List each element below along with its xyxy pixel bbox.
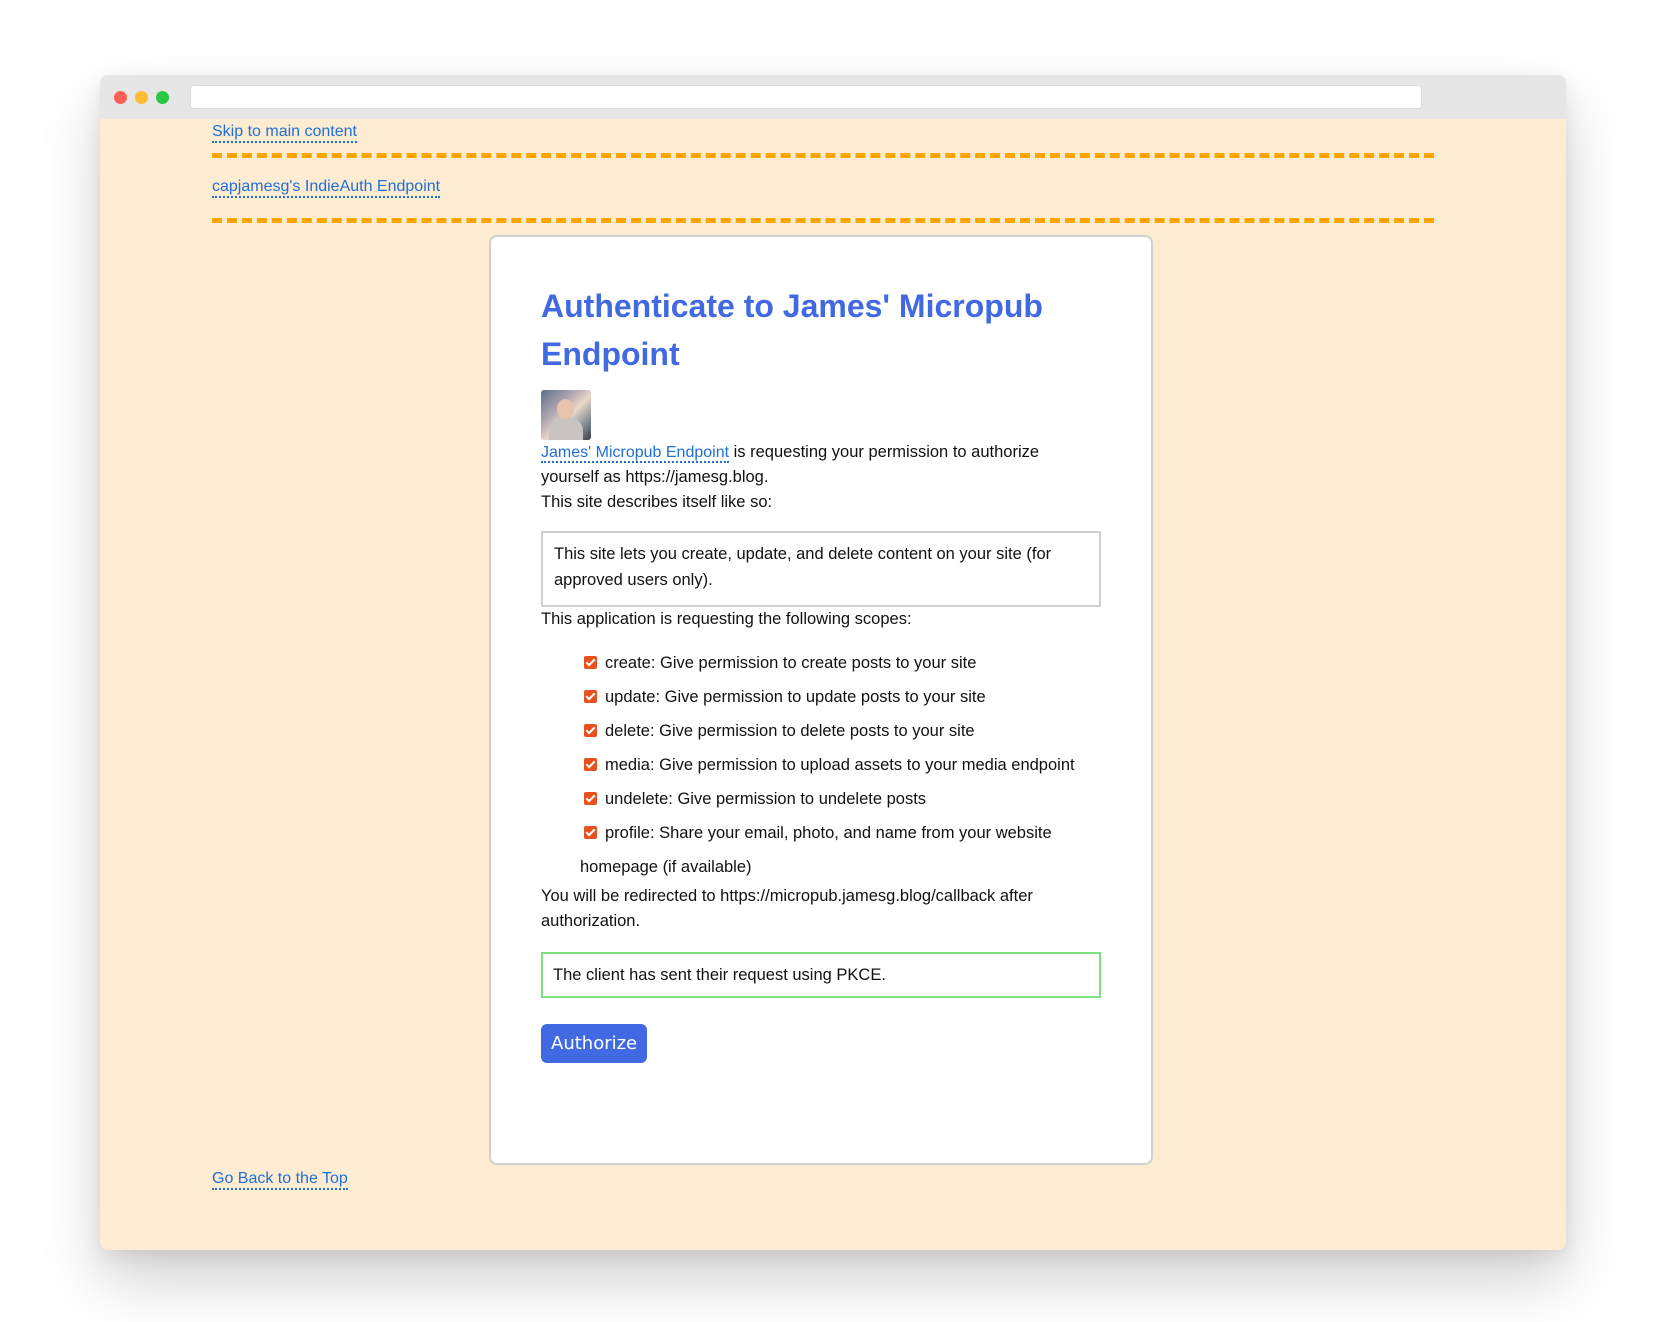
redirect-notice: You will be redirected to https://microp… xyxy=(541,887,1033,930)
auth-card: Authenticate to James' Micropub Endpoint… xyxy=(489,235,1153,1165)
avatar-face xyxy=(557,399,574,419)
site-description-box: This site lets you create, update, and d… xyxy=(541,531,1101,607)
site-title-link[interactable]: capjamesg's IndieAuth Endpoint xyxy=(212,178,441,198)
back-to-top-link[interactable]: Go Back to the Top xyxy=(212,1170,348,1190)
authorize-button[interactable]: Authorize xyxy=(541,1024,648,1063)
scope-checkbox-undelete[interactable] xyxy=(584,792,597,805)
scope-label: media: Give permission to upload assets … xyxy=(605,756,1075,774)
client-link[interactable]: James' Micropub Endpoint xyxy=(541,444,730,463)
client-avatar xyxy=(541,390,591,440)
scope-label: update: Give permission to update posts … xyxy=(605,688,986,706)
dashed-divider-top xyxy=(212,153,1434,158)
describes-label: This site describes itself like so: xyxy=(541,493,773,511)
scope-label: delete: Give permission to delete posts … xyxy=(605,722,975,740)
scope-checkbox-delete[interactable] xyxy=(584,724,597,737)
skip-to-main-link[interactable]: Skip to main content xyxy=(212,123,357,143)
scope-item-profile: profile: Share your email, photo, and na… xyxy=(580,816,1101,884)
scope-item-update: update: Give permission to update posts … xyxy=(580,680,1101,714)
title-bar xyxy=(100,75,1566,119)
close-window-dot[interactable] xyxy=(114,91,127,104)
minimize-window-dot[interactable] xyxy=(135,91,148,104)
scope-label: undelete: Give permission to undelete po… xyxy=(605,790,927,808)
scope-list: create: Give permission to create posts … xyxy=(541,646,1101,884)
scope-item-create: create: Give permission to create posts … xyxy=(580,646,1101,680)
scope-checkbox-profile[interactable] xyxy=(584,826,597,839)
page-title: Authenticate to James' Micropub Endpoint xyxy=(541,288,1043,372)
address-bar[interactable] xyxy=(190,85,1422,109)
scope-label: profile: Share your email, photo, and na… xyxy=(580,824,1052,876)
scope-checkbox-update[interactable] xyxy=(584,690,597,703)
scope-item-undelete: undelete: Give permission to undelete po… xyxy=(580,782,1101,816)
maximize-window-dot[interactable] xyxy=(156,91,169,104)
request-paragraph: James' Micropub Endpoint is requesting y… xyxy=(541,440,1101,490)
avatar-body xyxy=(549,417,583,440)
scope-item-delete: delete: Give permission to delete posts … xyxy=(580,714,1101,748)
scope-label: create: Give permission to create posts … xyxy=(605,654,977,672)
scope-checkbox-create[interactable] xyxy=(584,656,597,669)
scope-item-media: media: Give permission to upload assets … xyxy=(580,748,1101,782)
dashed-divider-bottom xyxy=(212,218,1434,223)
scopes-label: This application is requesting the follo… xyxy=(541,610,912,628)
pkce-notice-box: The client has sent their request using … xyxy=(541,952,1101,998)
browser-window: Skip to main content capjamesg's IndieAu… xyxy=(100,75,1566,1250)
scope-checkbox-media[interactable] xyxy=(584,758,597,771)
